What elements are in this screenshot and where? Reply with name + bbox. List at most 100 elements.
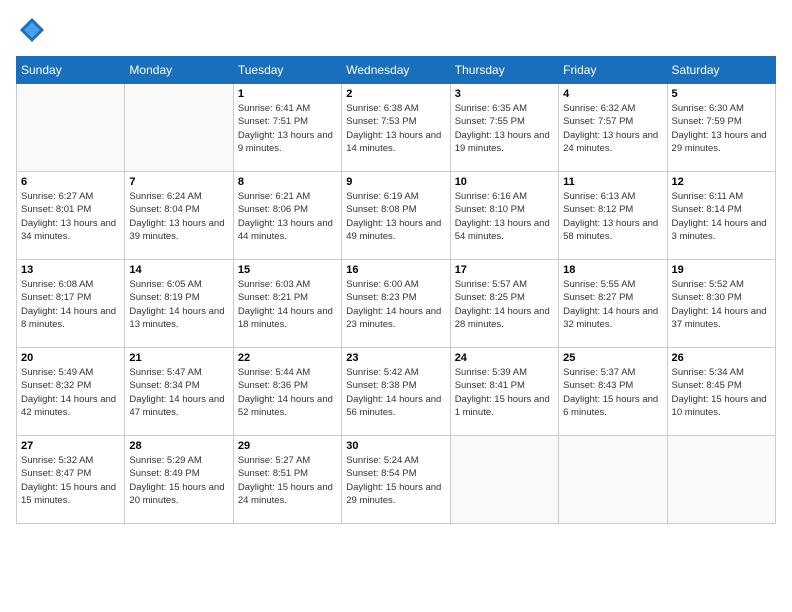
day-info: Sunrise: 6:19 AM Sunset: 8:08 PM Dayligh… bbox=[346, 190, 445, 243]
day-info: Sunrise: 6:30 AM Sunset: 7:59 PM Dayligh… bbox=[672, 102, 771, 155]
day-number: 30 bbox=[346, 440, 445, 452]
day-info: Sunrise: 5:55 AM Sunset: 8:27 PM Dayligh… bbox=[563, 278, 662, 331]
day-number: 1 bbox=[238, 88, 337, 100]
day-info: Sunrise: 5:24 AM Sunset: 8:54 PM Dayligh… bbox=[346, 454, 445, 507]
day-number: 9 bbox=[346, 176, 445, 188]
calendar-week-row: 6 Sunrise: 6:27 AM Sunset: 8:01 PM Daylig… bbox=[17, 172, 776, 260]
calendar-header-row: SundayMondayTuesdayWednesdayThursdayFrid… bbox=[17, 57, 776, 84]
calendar-cell: 19 Sunrise: 5:52 AM Sunset: 8:30 PM Dayli… bbox=[667, 260, 775, 348]
calendar-cell: 13Sunrise: 6:08 AM Sunset: 8:17 PM Dayli… bbox=[17, 260, 125, 348]
day-number: 4 bbox=[563, 88, 662, 100]
day-info: Sunrise: 6:21 AM Sunset: 8:06 PM Dayligh… bbox=[238, 190, 337, 243]
page-header bbox=[16, 16, 776, 44]
calendar-cell: 9 Sunrise: 6:19 AM Sunset: 8:08 PM Daylig… bbox=[342, 172, 450, 260]
day-info: Sunrise: 6:05 AM Sunset: 8:19 PM Dayligh… bbox=[129, 278, 228, 331]
calendar-cell: 4Sunrise: 6:32 AM Sunset: 7:57 PM Daylig… bbox=[559, 84, 667, 172]
day-number: 2 bbox=[346, 88, 445, 100]
day-number: 20 bbox=[21, 352, 120, 364]
day-info: Sunrise: 5:27 AM Sunset: 8:51 PM Dayligh… bbox=[238, 454, 337, 507]
day-info: Sunrise: 6:38 AM Sunset: 7:53 PM Dayligh… bbox=[346, 102, 445, 155]
day-info: Sunrise: 5:57 AM Sunset: 8:25 PM Dayligh… bbox=[455, 278, 554, 331]
calendar-cell: 7 Sunrise: 6:24 AM Sunset: 8:04 PM Daylig… bbox=[125, 172, 233, 260]
calendar-cell: 5 Sunrise: 6:30 AM Sunset: 7:59 PM Daylig… bbox=[667, 84, 775, 172]
calendar-cell: 3Sunrise: 6:35 AM Sunset: 7:55 PM Daylig… bbox=[450, 84, 558, 172]
day-number: 6 bbox=[21, 176, 120, 188]
calendar-cell bbox=[450, 436, 558, 524]
calendar-cell: 15 Sunrise: 6:03 AM Sunset: 8:21 PM Dayli… bbox=[233, 260, 341, 348]
day-number: 10 bbox=[455, 176, 554, 188]
calendar-cell: 6 Sunrise: 6:27 AM Sunset: 8:01 PM Daylig… bbox=[17, 172, 125, 260]
day-number: 5 bbox=[672, 88, 771, 100]
calendar-cell bbox=[667, 436, 775, 524]
day-number: 28 bbox=[129, 440, 228, 452]
calendar-week-row: 20 Sunrise: 5:49 AM Sunset: 8:32 PM Dayli… bbox=[17, 348, 776, 436]
calendar-cell: 27Sunrise: 5:32 AM Sunset: 8:47 PM Dayli… bbox=[17, 436, 125, 524]
calendar-cell: 11 Sunrise: 6:13 AM Sunset: 8:12 PM Dayli… bbox=[559, 172, 667, 260]
day-info: Sunrise: 6:08 AM Sunset: 8:17 PM Dayligh… bbox=[21, 278, 120, 331]
day-info: Sunrise: 5:32 AM Sunset: 8:47 PM Dayligh… bbox=[21, 454, 120, 507]
calendar-cell: 20 Sunrise: 5:49 AM Sunset: 8:32 PM Dayli… bbox=[17, 348, 125, 436]
day-number: 23 bbox=[346, 352, 445, 364]
day-number: 15 bbox=[238, 264, 337, 276]
day-info: Sunrise: 6:13 AM Sunset: 8:12 PM Dayligh… bbox=[563, 190, 662, 243]
calendar-cell: 12 Sunrise: 6:11 AM Sunset: 8:14 PM Dayli… bbox=[667, 172, 775, 260]
logo bbox=[16, 16, 46, 44]
day-number: 29 bbox=[238, 440, 337, 452]
calendar-week-row: 13Sunrise: 6:08 AM Sunset: 8:17 PM Dayli… bbox=[17, 260, 776, 348]
day-number: 17 bbox=[455, 264, 554, 276]
day-number: 24 bbox=[455, 352, 554, 364]
calendar-cell: 10 Sunrise: 6:16 AM Sunset: 8:10 PM Dayli… bbox=[450, 172, 558, 260]
calendar-cell: 2 Sunrise: 6:38 AM Sunset: 7:53 PM Daylig… bbox=[342, 84, 450, 172]
day-info: Sunrise: 5:29 AM Sunset: 8:49 PM Dayligh… bbox=[129, 454, 228, 507]
calendar-cell: 14 Sunrise: 6:05 AM Sunset: 8:19 PM Dayli… bbox=[125, 260, 233, 348]
day-number: 18 bbox=[563, 264, 662, 276]
day-info: Sunrise: 5:34 AM Sunset: 8:45 PM Dayligh… bbox=[672, 366, 771, 419]
calendar-cell: 17 Sunrise: 5:57 AM Sunset: 8:25 PM Dayli… bbox=[450, 260, 558, 348]
weekday-header: Thursday bbox=[450, 57, 558, 84]
weekday-header: Friday bbox=[559, 57, 667, 84]
day-number: 11 bbox=[563, 176, 662, 188]
day-info: Sunrise: 5:52 AM Sunset: 8:30 PM Dayligh… bbox=[672, 278, 771, 331]
weekday-header: Sunday bbox=[17, 57, 125, 84]
calendar-week-row: 27Sunrise: 5:32 AM Sunset: 8:47 PM Dayli… bbox=[17, 436, 776, 524]
day-info: Sunrise: 5:42 AM Sunset: 8:38 PM Dayligh… bbox=[346, 366, 445, 419]
calendar-cell: 24Sunrise: 5:39 AM Sunset: 8:41 PM Dayli… bbox=[450, 348, 558, 436]
calendar-cell bbox=[559, 436, 667, 524]
day-info: Sunrise: 6:16 AM Sunset: 8:10 PM Dayligh… bbox=[455, 190, 554, 243]
calendar-cell: 26 Sunrise: 5:34 AM Sunset: 8:45 PM Dayli… bbox=[667, 348, 775, 436]
weekday-header: Monday bbox=[125, 57, 233, 84]
calendar-cell: 22Sunrise: 5:44 AM Sunset: 8:36 PM Dayli… bbox=[233, 348, 341, 436]
day-number: 26 bbox=[672, 352, 771, 364]
day-number: 25 bbox=[563, 352, 662, 364]
day-number: 19 bbox=[672, 264, 771, 276]
day-info: Sunrise: 6:24 AM Sunset: 8:04 PM Dayligh… bbox=[129, 190, 228, 243]
calendar-cell: 28 Sunrise: 5:29 AM Sunset: 8:49 PM Dayli… bbox=[125, 436, 233, 524]
day-info: Sunrise: 6:00 AM Sunset: 8:23 PM Dayligh… bbox=[346, 278, 445, 331]
calendar-cell: 8Sunrise: 6:21 AM Sunset: 8:06 PM Daylig… bbox=[233, 172, 341, 260]
calendar-table: SundayMondayTuesdayWednesdayThursdayFrid… bbox=[16, 56, 776, 524]
day-info: Sunrise: 6:35 AM Sunset: 7:55 PM Dayligh… bbox=[455, 102, 554, 155]
calendar-cell: 16 Sunrise: 6:00 AM Sunset: 8:23 PM Dayli… bbox=[342, 260, 450, 348]
calendar-cell: 25Sunrise: 5:37 AM Sunset: 8:43 PM Dayli… bbox=[559, 348, 667, 436]
calendar-cell: 29 Sunrise: 5:27 AM Sunset: 8:51 PM Dayli… bbox=[233, 436, 341, 524]
calendar-cell bbox=[17, 84, 125, 172]
day-info: Sunrise: 6:41 AM Sunset: 7:51 PM Dayligh… bbox=[238, 102, 337, 155]
day-info: Sunrise: 5:44 AM Sunset: 8:36 PM Dayligh… bbox=[238, 366, 337, 419]
calendar-cell: 23 Sunrise: 5:42 AM Sunset: 8:38 PM Dayli… bbox=[342, 348, 450, 436]
calendar-cell: 1 Sunrise: 6:41 AM Sunset: 7:51 PM Daylig… bbox=[233, 84, 341, 172]
day-info: Sunrise: 6:27 AM Sunset: 8:01 PM Dayligh… bbox=[21, 190, 120, 243]
calendar-cell: 30 Sunrise: 5:24 AM Sunset: 8:54 PM Dayli… bbox=[342, 436, 450, 524]
day-number: 14 bbox=[129, 264, 228, 276]
day-number: 16 bbox=[346, 264, 445, 276]
calendar-week-row: 1 Sunrise: 6:41 AM Sunset: 7:51 PM Daylig… bbox=[17, 84, 776, 172]
weekday-header: Saturday bbox=[667, 57, 775, 84]
calendar-cell bbox=[125, 84, 233, 172]
day-number: 12 bbox=[672, 176, 771, 188]
day-info: Sunrise: 6:03 AM Sunset: 8:21 PM Dayligh… bbox=[238, 278, 337, 331]
day-info: Sunrise: 6:11 AM Sunset: 8:14 PM Dayligh… bbox=[672, 190, 771, 243]
day-info: Sunrise: 5:49 AM Sunset: 8:32 PM Dayligh… bbox=[21, 366, 120, 419]
calendar-cell: 21Sunrise: 5:47 AM Sunset: 8:34 PM Dayli… bbox=[125, 348, 233, 436]
day-number: 21 bbox=[129, 352, 228, 364]
weekday-header: Wednesday bbox=[342, 57, 450, 84]
day-number: 7 bbox=[129, 176, 228, 188]
